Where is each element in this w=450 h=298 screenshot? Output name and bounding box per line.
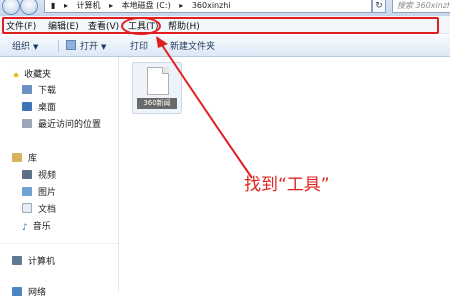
annotation-text: 找到“工具” xyxy=(244,175,330,195)
annotation-arrow xyxy=(156,36,253,179)
